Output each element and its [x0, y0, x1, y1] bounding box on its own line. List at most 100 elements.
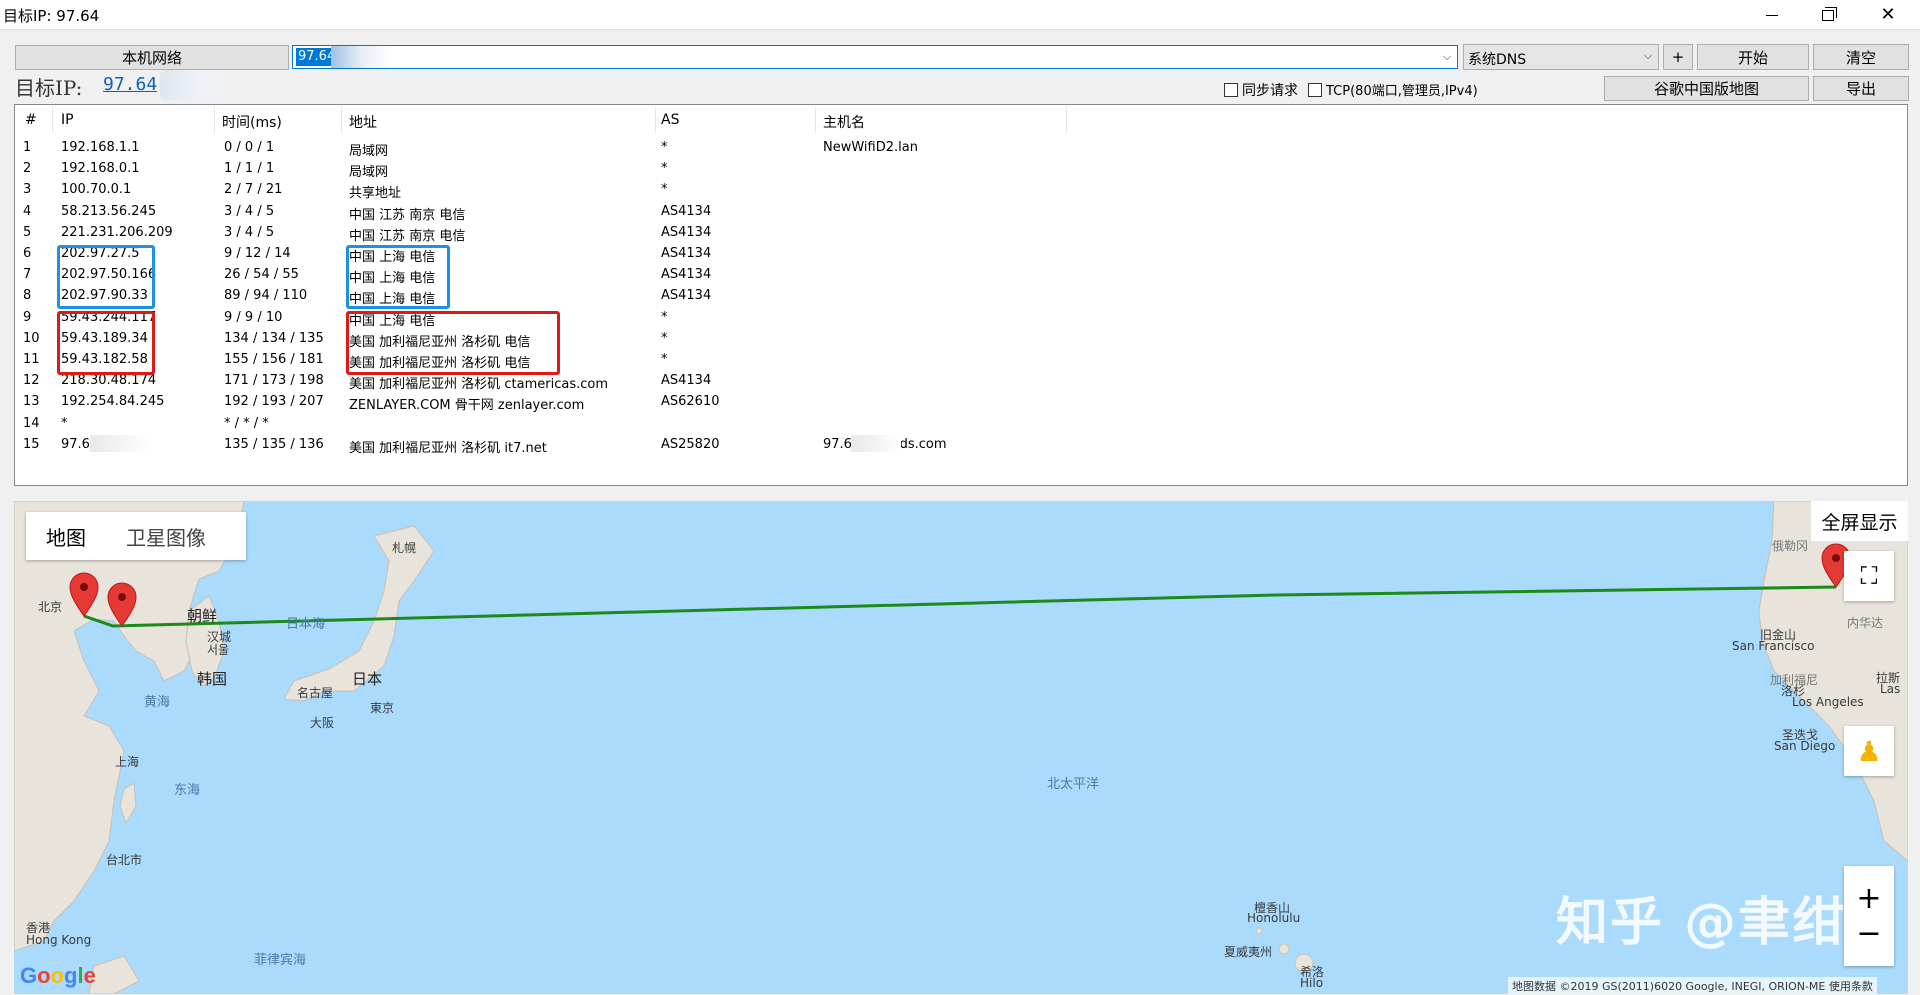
- cell-num: 9: [23, 309, 32, 325]
- map-label: 夏威夷州: [1224, 945, 1273, 959]
- column-header-ip[interactable]: IP: [61, 112, 74, 128]
- zoom-out-icon[interactable]: −: [1856, 916, 1881, 951]
- sync-request-checkbox[interactable]: 同步请求: [1224, 80, 1298, 100]
- cell-time: 9 / 12 / 14: [224, 246, 291, 261]
- cell-as: *: [661, 140, 668, 155]
- cell-num: 11: [23, 352, 40, 367]
- cell-num: 1: [23, 140, 32, 155]
- cell-address: 共享地址: [349, 186, 402, 202]
- map-copyright[interactable]: 地图数据 ©2019 GS(2011)6020 Google, INEGI, O…: [1508, 977, 1877, 994]
- column-divider: [214, 107, 215, 133]
- cell-time: 1 / 1 / 1: [224, 161, 275, 177]
- cell-num: 10: [23, 330, 40, 346]
- zoom-in-icon[interactable]: +: [1856, 881, 1881, 916]
- cell-time: 171 / 173 / 198: [224, 373, 324, 389]
- cell-num: 5: [23, 224, 32, 240]
- export-button[interactable]: 导出: [1813, 76, 1909, 101]
- close-button[interactable]: ✕: [1860, 0, 1916, 30]
- map-label: 日本海: [286, 617, 326, 632]
- table-row[interactable]: 8 202.97.90.33 89 / 94 / 110 中国 上海 电信 AS4134: [15, 285, 1907, 307]
- map-label: Hong Kong: [26, 933, 92, 947]
- redaction-blur: [851, 435, 901, 452]
- cell-num: 8: [23, 288, 32, 304]
- add-button[interactable]: +: [1663, 44, 1693, 70]
- map-label: Las: [1880, 682, 1901, 696]
- cell-time: 26 / 54 / 55: [224, 267, 299, 283]
- cell-time: 9 / 9 / 10: [224, 309, 283, 325]
- column-header-as[interactable]: AS: [661, 112, 679, 128]
- google-china-map-button[interactable]: 谷歌中国版地图: [1604, 76, 1809, 101]
- cell-as: AS4134: [661, 373, 712, 389]
- highlight-box-blue: [346, 245, 450, 309]
- highlight-box-red: [57, 311, 155, 375]
- cell-time: 3 / 4 / 5: [224, 203, 275, 219]
- fullscreen-button[interactable]: 全屏显示: [1811, 501, 1908, 541]
- cell-address: 美国 加利福尼亚州 洛杉矶 ctamericas.com: [349, 377, 609, 393]
- cell-num: 6: [23, 246, 32, 261]
- chevron-down-icon[interactable]: ⌵: [1440, 50, 1454, 64]
- cell-time: 134 / 134 / 135: [224, 330, 324, 346]
- dns-select[interactable]: 系统DNS ⌵: [1463, 44, 1659, 70]
- checkbox-box[interactable]: [1224, 83, 1238, 97]
- minimize-button[interactable]: [1744, 0, 1800, 30]
- cell-ip: 192.168.0.1: [61, 161, 140, 177]
- zoom-controls: + −: [1844, 866, 1894, 966]
- cell-as: AS4134: [661, 267, 712, 283]
- expand-icon[interactable]: ⛶: [1844, 551, 1894, 601]
- map-label: 东海: [174, 783, 201, 798]
- target-ip-input[interactable]: 97.64 ⌵: [292, 45, 1458, 69]
- clear-button[interactable]: 清空: [1813, 44, 1909, 70]
- start-button[interactable]: 开始: [1697, 44, 1809, 70]
- tcp-label: TCP(80端口,管理员,IPv4): [1326, 84, 1478, 99]
- maximize-button[interactable]: [1800, 0, 1856, 30]
- cell-as: *: [661, 309, 668, 325]
- cell-address: 美国 加利福尼亚州 洛杉矶 it7.net: [349, 440, 547, 456]
- table-row[interactable]: 3 100.70.0.1 2 / 7 / 21 共享地址 *: [15, 179, 1907, 202]
- table-row[interactable]: 2 192.168.0.1 1 / 1 / 1 局域网 *: [15, 158, 1907, 180]
- cell-ip: *: [61, 415, 68, 431]
- table-header: # IP 时间(ms) 地址 AS 主机名: [15, 105, 1907, 135]
- column-header-time[interactable]: 时间(ms): [222, 112, 282, 132]
- table-row[interactable]: 9 59.43.244.117 9 / 9 / 10 中国 上海 电信 *: [15, 307, 1907, 329]
- column-header-num[interactable]: #: [25, 112, 37, 128]
- map-label: Los Angeles: [1792, 695, 1864, 709]
- table-row[interactable]: 4 58.213.56.245 3 / 4 / 5 中国 江苏 南京 电信 AS4134: [15, 201, 1907, 223]
- map-type-tabs: 地图 卫星图像: [26, 512, 246, 560]
- cell-time: 89 / 94 / 110: [224, 288, 308, 304]
- cell-as: AS4134: [661, 246, 712, 261]
- cell-num: 14: [23, 415, 40, 431]
- cell-ip: 218.30.48.174: [61, 373, 157, 389]
- map-label: 俄勒冈: [1772, 539, 1809, 553]
- watermark: 知乎 @聿绀: [1556, 893, 1847, 953]
- table-row[interactable]: 10 59.43.189.34 134 / 134 / 135 美国 加利福尼亚州 洛…: [15, 328, 1907, 350]
- cell-num: 13: [23, 394, 40, 410]
- table-row[interactable]: 15 97.64 135 / 135 / 136 美国 加利福尼亚州 洛杉矶 it7.…: [15, 434, 1907, 456]
- column-divider: [815, 107, 816, 133]
- cell-num: 12: [23, 373, 40, 389]
- table-row[interactable]: 7 202.97.50.166 26 / 54 / 55 中国 上海 电信 AS4134: [15, 264, 1907, 286]
- tcp-checkbox[interactable]: TCP(80端口,管理员,IPv4): [1308, 80, 1478, 99]
- pegman-icon[interactable]: ♟: [1844, 726, 1894, 776]
- target-ip-link[interactable]: 97.64: [103, 74, 157, 95]
- redaction-blur: [160, 70, 240, 100]
- local-network-button[interactable]: 本机网络: [15, 45, 289, 70]
- table-row[interactable]: 14 * * / * / *: [15, 413, 1907, 434]
- checkbox-box[interactable]: [1308, 82, 1322, 97]
- tab-satellite[interactable]: 卫星图像: [106, 522, 226, 551]
- cell-as: AS25820: [661, 436, 720, 452]
- table-row[interactable]: 13 192.254.84.245 192 / 193 / 207 ZENLAYER.…: [15, 391, 1907, 413]
- table-row[interactable]: 6 202.97.27.5 9 / 12 / 14 中国 上海 电信 AS4134: [15, 243, 1907, 265]
- column-header-hostname[interactable]: 主机名: [823, 112, 865, 132]
- table-row[interactable]: 5 221.231.206.209 3 / 4 / 5 中国 江苏 南京 电信 AS41…: [15, 222, 1907, 244]
- column-header-address[interactable]: 地址: [349, 112, 377, 132]
- table-row[interactable]: 1 192.168.1.1 0 / 0 / 1 局域网 * NewWifiD2.lan: [15, 137, 1907, 159]
- tab-map[interactable]: 地图: [26, 522, 106, 551]
- table-row[interactable]: 12 218.30.48.174 171 / 173 / 198 美国 加利福尼亚州 …: [15, 370, 1907, 393]
- map-label: 北京: [38, 600, 63, 614]
- highlight-box-red: [346, 311, 560, 375]
- table-row[interactable]: 11 59.43.182.58 155 / 156 / 181 美国 加利福尼亚州 洛…: [15, 349, 1907, 371]
- cell-num: 7: [23, 267, 32, 283]
- target-ip-label: 目标IP:: [15, 76, 83, 100]
- map-label: 名古屋: [297, 686, 334, 700]
- cell-num: 4: [23, 203, 32, 219]
